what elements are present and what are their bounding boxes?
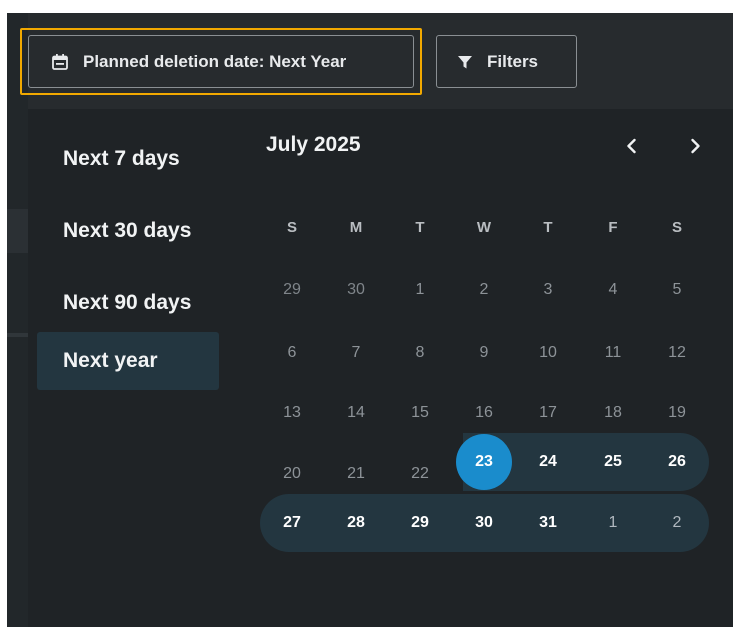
calendar-day[interactable]: 2 [456, 262, 512, 318]
preset-next-year[interactable]: Next year [37, 332, 219, 390]
calendar-day[interactable]: 24 [520, 434, 576, 490]
calendar-day[interactable]: 26 [649, 434, 705, 490]
calendar-day[interactable]: 2 [649, 495, 705, 551]
calendar-day[interactable]: 10 [520, 325, 576, 381]
calendar-day[interactable]: 4 [585, 262, 641, 318]
calendar-day[interactable]: 9 [456, 325, 512, 381]
calendar-day[interactable]: 7 [328, 325, 384, 381]
calendar-day-selected[interactable]: 23 [456, 434, 512, 490]
month-label: July 2025 [266, 133, 361, 156]
calendar-day[interactable]: 19 [649, 385, 705, 441]
preset-next-90-days[interactable]: Next 90 days [37, 274, 219, 332]
background-divider [7, 333, 28, 337]
preset-label: Next 90 days [63, 291, 192, 314]
calendar-day[interactable]: 17 [520, 385, 576, 441]
calendar-day[interactable]: 11 [585, 325, 641, 381]
calendar-day[interactable]: 6 [264, 325, 320, 381]
date-range-popover: Next 7 days Next 30 days Next 90 days Ne… [28, 109, 733, 627]
calendar-day[interactable]: 22 [392, 446, 448, 502]
calendar-day[interactable]: 31 [520, 495, 576, 551]
preset-next-30-days[interactable]: Next 30 days [37, 202, 219, 260]
prev-month-button[interactable] [617, 131, 647, 161]
weekday-header: W [476, 219, 492, 236]
calendar-day[interactable]: 5 [649, 262, 705, 318]
calendar-day[interactable]: 25 [585, 434, 641, 490]
preset-label: Next 7 days [63, 147, 180, 170]
calendar-day[interactable]: 18 [585, 385, 641, 441]
weekday-header: S [671, 219, 682, 236]
weekday-header: S [286, 219, 297, 236]
chevron-left-icon [625, 138, 639, 154]
calendar-day[interactable]: 29 [392, 495, 448, 551]
filters-label: Filters [487, 51, 539, 71]
calendar-day[interactable]: 30 [456, 495, 512, 551]
calendar-day[interactable]: 1 [585, 495, 641, 551]
filters-button[interactable]: Filters [436, 35, 577, 88]
weekday-header: F [608, 219, 618, 236]
calendar-day[interactable]: 27 [264, 495, 320, 551]
calendar-day[interactable]: 16 [456, 385, 512, 441]
calendar-day[interactable]: 28 [328, 495, 384, 551]
date-filter-button[interactable]: Planned deletion date: Next Year [28, 35, 414, 88]
calendar-day[interactable]: 30 [328, 262, 384, 318]
weekday-header: T [415, 219, 425, 236]
calendar-day[interactable]: 20 [264, 446, 320, 502]
calendar-day[interactable]: 29 [264, 262, 320, 318]
calendar-day[interactable]: 3 [520, 262, 576, 318]
calendar-day[interactable]: 8 [392, 325, 448, 381]
calendar-icon [51, 53, 69, 71]
preset-label: Next 30 days [63, 219, 192, 242]
app-window: Planned deletion date: Next Year Filters… [7, 13, 733, 627]
weekday-header: M [349, 219, 363, 236]
calendar-day[interactable]: 12 [649, 325, 705, 381]
calendar-day[interactable]: 1 [392, 262, 448, 318]
calendar-day[interactable]: 13 [264, 385, 320, 441]
chevron-right-icon [688, 138, 702, 154]
calendar-day[interactable]: 15 [392, 385, 448, 441]
preset-next-7-days[interactable]: Next 7 days [37, 130, 219, 188]
calendar-day[interactable]: 21 [328, 446, 384, 502]
funnel-icon [457, 54, 473, 70]
page-background [7, 13, 28, 627]
weekday-header: T [543, 219, 553, 236]
calendar-day[interactable]: 14 [328, 385, 384, 441]
preset-label: Next year [63, 349, 158, 372]
date-filter-label: Planned deletion date: Next Year [83, 51, 347, 71]
background-table-row [7, 209, 28, 253]
next-month-button[interactable] [680, 131, 710, 161]
